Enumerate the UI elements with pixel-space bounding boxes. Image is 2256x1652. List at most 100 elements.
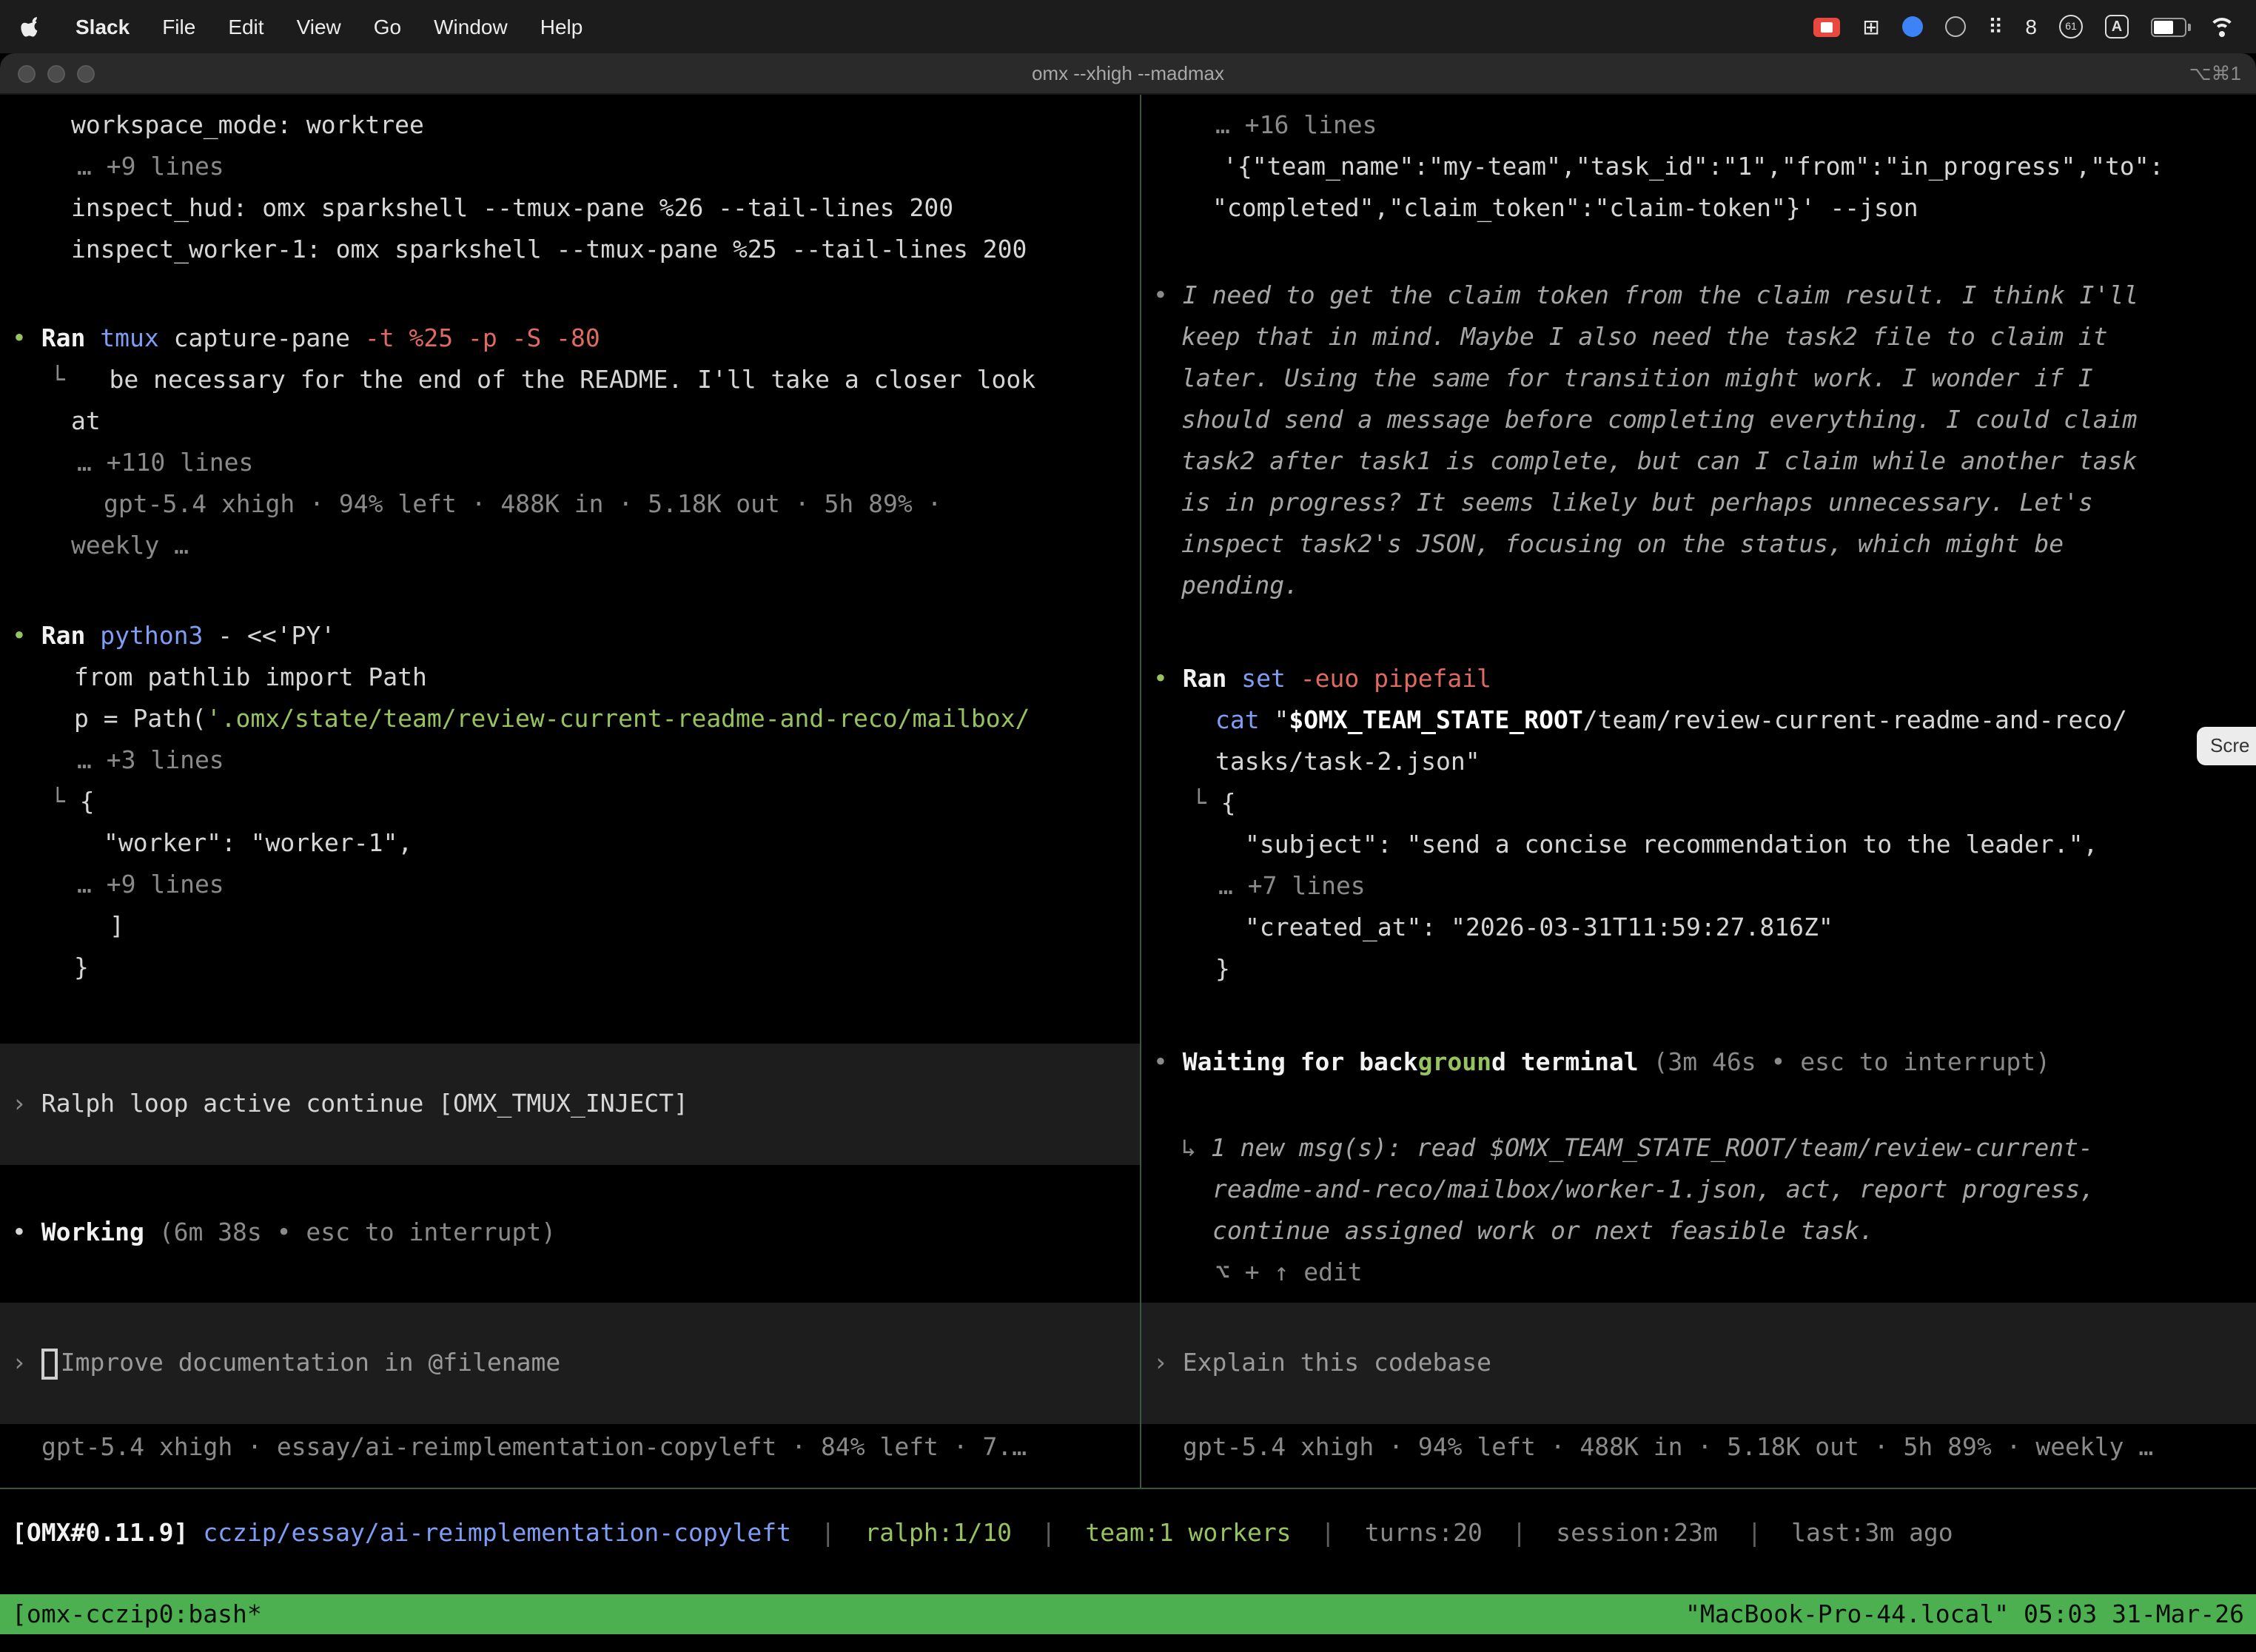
text-segment: (6m 38s • esc to interrupt): [144, 1218, 556, 1246]
text-segment: •: [12, 1218, 41, 1246]
text-segment: Waiting for back: [1183, 1048, 1418, 1076]
terminal-block: workspace_mode: worktree… +9 linesinspec…: [0, 105, 1140, 271]
prompt-band[interactable]: › Explain this codebase: [1141, 1303, 2256, 1424]
terminal-line: └ {: [0, 782, 1140, 823]
text-segment: -euo pipefail: [1300, 665, 1491, 693]
terminal-block: gpt-5.4 xhigh · 94% left · 488K in · 5.1…: [1141, 1427, 2256, 1468]
text-segment: [1226, 665, 1241, 693]
terminal-line: › Explain this codebase: [1141, 1343, 2256, 1384]
text-segment: {: [1206, 789, 1236, 817]
battery-icon[interactable]: [2151, 17, 2186, 36]
menu-window[interactable]: Window: [434, 15, 508, 38]
text-segment: [OMX#0.11.9]: [12, 1519, 188, 1547]
input-source-icon[interactable]: A: [2105, 15, 2129, 38]
terminal-line: '{"team_name":"my-team","task_id":"1","f…: [1141, 147, 2256, 188]
text-segment: [188, 1519, 203, 1547]
text-segment: inspect_hud: omx sparkshell --tmux-pane …: [71, 194, 953, 222]
text-segment: turns:20: [1365, 1519, 1483, 1547]
figure-eight-app-icon[interactable]: 8: [2025, 15, 2037, 38]
terminal-line: "completed","claim_token":"claim-token"}…: [1141, 188, 2256, 229]
text-segment: └: [1192, 789, 1206, 817]
text-segment: |: [1718, 1519, 1791, 1547]
terminal-line: should send a message before completing …: [1141, 400, 2256, 441]
window-hotkey: ⌥⌘1: [2189, 53, 2241, 95]
text-segment: capture-pane: [159, 324, 365, 352]
blue-app-icon[interactable]: [1902, 16, 1923, 37]
apple-menu-icon[interactable]: [21, 14, 43, 39]
text-segment: Improve documentation in @filename: [61, 1349, 561, 1377]
terminal-line: inspect_worker-1: omx sparkshell --tmux-…: [0, 229, 1140, 271]
text-segment: be necessary for the end of the README. …: [65, 366, 1035, 394]
tmux-status-bar: [omx-cczip0:bash* "MacBook-Pro-44.local"…: [0, 1594, 2256, 1634]
menu-file[interactable]: File: [162, 15, 195, 38]
prompt-band[interactable]: › Improve documentation in @filename: [0, 1303, 1140, 1424]
text-segment: |: [1012, 1519, 1085, 1547]
terminal-line: • I need to get the claim token from the…: [1141, 275, 2256, 317]
text-segment: ↳: [1181, 1134, 1211, 1162]
terminal-line: cat "$OMX_TEAM_STATE_ROOT/team/review-cu…: [1141, 700, 2256, 742]
text-segment: [1168, 665, 1183, 693]
window-title: omx --xhigh --madmax: [0, 53, 2256, 95]
text-segment: gpt-5.4 xhigh · essay/ai-reimplementatio…: [41, 1433, 1027, 1461]
text-segment: from pathlib import Path: [74, 663, 427, 691]
text-segment: pending.: [1181, 571, 1299, 600]
text-segment: [85, 622, 100, 650]
text-segment: set: [1241, 665, 1286, 693]
grid-app-icon[interactable]: ⊞: [1862, 14, 1879, 39]
text-segment: •: [12, 622, 27, 650]
terminal-line: … +9 lines: [0, 864, 1140, 906]
terminal-window: omx --xhigh --madmax ⌥⌘1 workspace_mode:…: [0, 53, 2256, 1652]
terminal-block: • I need to get the claim token from the…: [1141, 275, 2256, 607]
text-segment: •: [1153, 1048, 1183, 1076]
terminal-line: ]: [0, 906, 1140, 947]
text-segment: Ran: [41, 622, 86, 650]
menu-go[interactable]: Go: [374, 15, 401, 38]
gauge-value: 61: [2059, 15, 2083, 38]
terminal-block: [OMX#0.11.9] cczip/essay/ai-reimplementa…: [0, 1513, 2256, 1554]
terminal-line: inspect task2's JSON, focusing on the st…: [1141, 524, 2256, 565]
text-segment: is in progress? It seems likely but perh…: [1181, 488, 2093, 517]
dots-grid-icon[interactable]: ⠿: [1988, 14, 2004, 39]
text-segment: tasks/task-2.json": [1215, 748, 1480, 776]
terminal-block: • Ran tmux capture-pane -t %25 -p -S -80…: [0, 318, 1140, 567]
text-segment: •: [12, 324, 27, 352]
wifi-icon[interactable]: [2209, 17, 2235, 36]
gauge-icon[interactable]: 61: [2059, 15, 2083, 38]
input-source-letter: A: [2105, 15, 2129, 38]
terminal-line: ↳ 1 new msg(s): read $OMX_TEAM_STATE_ROO…: [1141, 1128, 2256, 1169]
terminal-line: }: [1141, 949, 2256, 990]
terminal-line: … +16 lines: [1141, 105, 2256, 147]
terminal-line: keep that in mind. Maybe I also need the…: [1141, 317, 2256, 358]
text-segment: Working: [41, 1218, 144, 1246]
text-segment: "subject": "send a concise recommendatio…: [1245, 830, 2098, 859]
prompt-band[interactable]: › Ralph loop active continue [OMX_TMUX_I…: [0, 1044, 1140, 1165]
menu-view[interactable]: View: [297, 15, 341, 38]
menu-help[interactable]: Help: [540, 15, 583, 38]
dark-app-icon[interactable]: [1945, 16, 1966, 37]
text-segment: [1286, 665, 1300, 693]
text-segment: - <<'PY': [203, 622, 335, 650]
terminal-line: }: [0, 947, 1140, 989]
right-terminal-pane[interactable]: … +16 lines'{"team_name":"my-team","task…: [1141, 95, 2256, 1488]
text-segment: … +7 lines: [1218, 872, 1366, 900]
text-segment: [27, 324, 41, 352]
terminal-block: • Working (6m 38s • esc to interrupt): [0, 1212, 1140, 1254]
app-menu-slack[interactable]: Slack: [75, 15, 130, 38]
text-segment: d terminal: [1491, 1048, 1639, 1076]
text-segment: gpt-5.4 xhigh · 94% left · 488K in · 5.1…: [104, 490, 941, 518]
screen-recording-indicator-icon[interactable]: [1813, 17, 1840, 36]
left-terminal-pane[interactable]: workspace_mode: worktree… +9 linesinspec…: [0, 95, 1140, 1488]
tmux-session-label[interactable]: [omx-cczip0:bash*: [12, 1600, 262, 1628]
terminal-line: … +7 lines: [1141, 866, 2256, 907]
text-segment: |: [1483, 1519, 1556, 1547]
text-segment: ›: [12, 1349, 41, 1377]
text-segment: weekly …: [71, 531, 189, 560]
screenshot-overlay[interactable]: Scre: [2197, 727, 2256, 765]
menu-edit[interactable]: Edit: [228, 15, 263, 38]
terminal-block: • Ran set -euo pipefailcat "$OMX_TEAM_ST…: [1141, 659, 2256, 990]
text-segment: |: [1292, 1519, 1365, 1547]
text-segment: ]: [110, 912, 124, 940]
terminal-line: continue assigned work or next feasible …: [1141, 1211, 2256, 1252]
text-segment: … +3 lines: [77, 746, 224, 774]
text-segment: keep that in mind. Maybe I also need the…: [1181, 323, 2108, 351]
